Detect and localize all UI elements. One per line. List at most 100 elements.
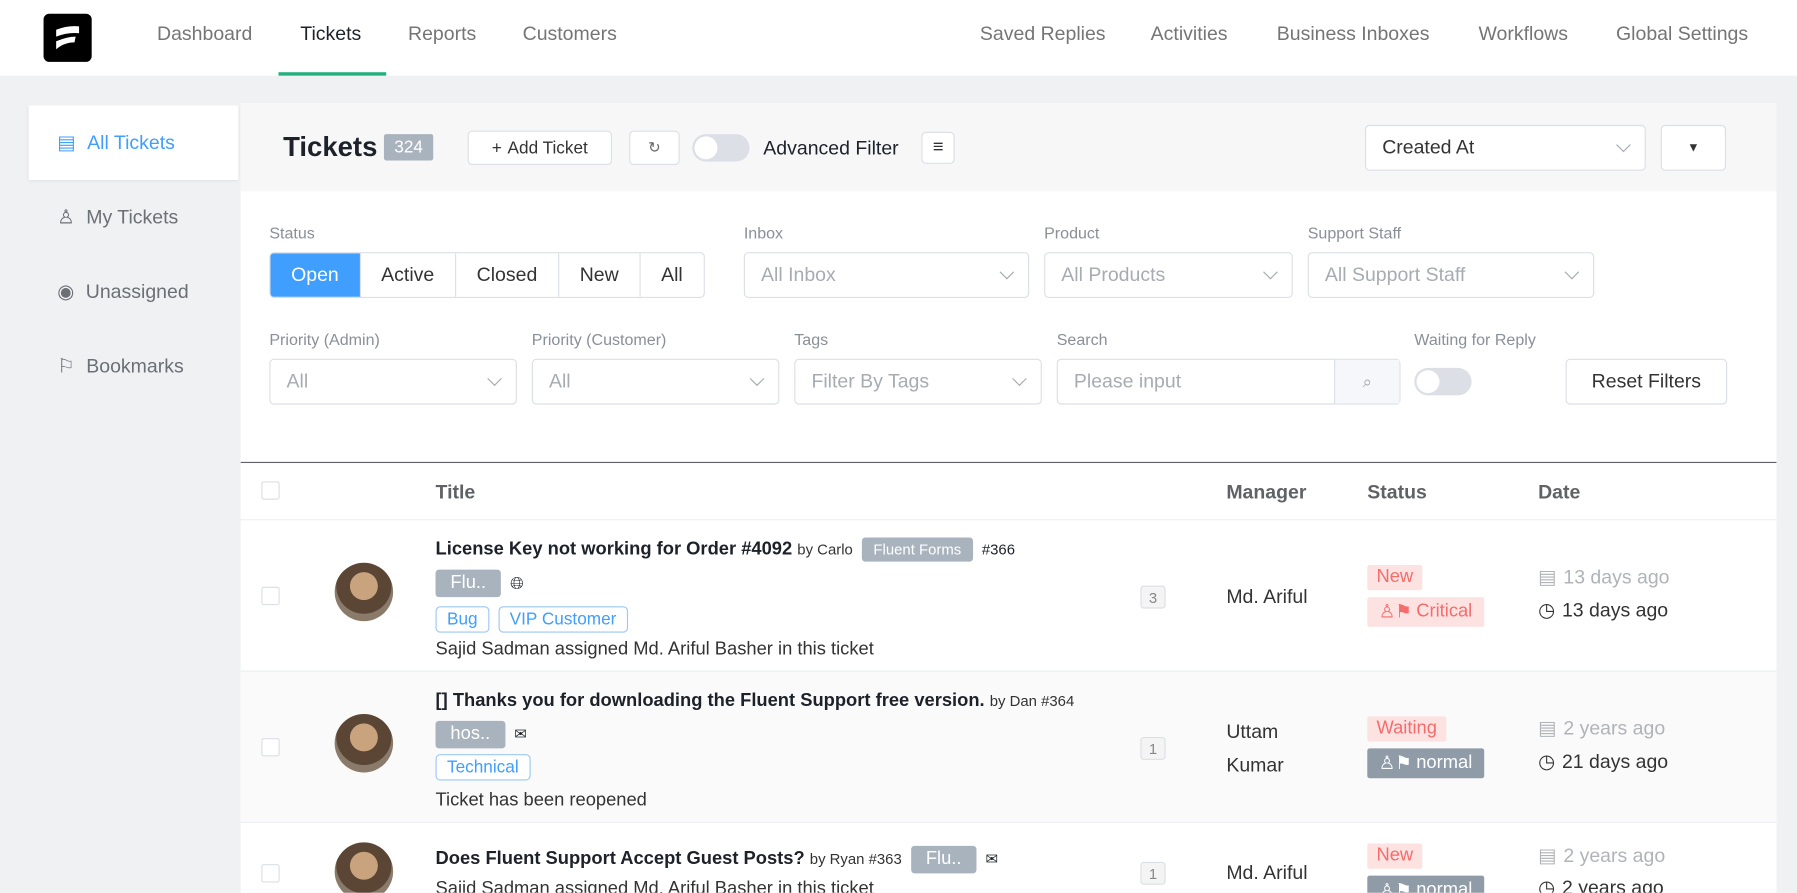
reply-count: 1: [1140, 736, 1166, 760]
table-header: Title Manager Status Date: [241, 463, 1777, 519]
column-date[interactable]: Date: [1538, 481, 1580, 504]
globe-icon: 🌐︎: [510, 573, 524, 594]
inbox-select[interactable]: All Inbox: [743, 252, 1030, 298]
active-tab-indicator: [278, 72, 387, 76]
table-row[interactable]: License Key not working for Order #4092 …: [240, 519, 1777, 670]
avatar: [334, 562, 394, 622]
ticket-title[interactable]: [] Thanks you for downloading the Fluent…: [436, 691, 1075, 712]
status-closed[interactable]: Closed: [456, 253, 560, 297]
status-label: Status: [269, 223, 315, 242]
logo[interactable]: [43, 13, 92, 62]
user-flag-icon: ♙⚑: [1378, 754, 1412, 774]
select-all-checkbox[interactable]: [261, 481, 280, 500]
table-row[interactable]: Does Fluent Support Accept Guest Posts? …: [240, 821, 1777, 893]
nav-activities[interactable]: Activities: [1151, 23, 1228, 46]
nav-saved-replies[interactable]: Saved Replies: [980, 23, 1106, 46]
row-checkbox[interactable]: [261, 738, 280, 757]
ticket-id: #366: [981, 540, 1015, 559]
nav-workflows[interactable]: Workflows: [1478, 23, 1568, 46]
row-checkbox[interactable]: [261, 586, 280, 606]
tickets-header: Tickets 324 + Add Ticket ↻ Advanced Filte…: [240, 103, 1777, 192]
message-icon: ▤: [1538, 566, 1557, 588]
status-open[interactable]: Open: [270, 253, 361, 297]
product-value: All Products: [1061, 263, 1166, 286]
status-badge: Waiting: [1367, 716, 1447, 742]
search-label: Search: [1056, 330, 1108, 349]
reset-filters-button[interactable]: Reset Filters: [1565, 358, 1728, 405]
sidebar-label: Bookmarks: [86, 354, 184, 377]
ticket-title[interactable]: Does Fluent Support Accept Guest Posts? …: [436, 849, 902, 870]
support-staff-value: All Support Staff: [1324, 263, 1466, 286]
sort-order-button[interactable]: ▼: [1660, 124, 1727, 171]
priority-customer-label: Priority (Customer): [531, 330, 667, 349]
chevron-down-icon: [487, 371, 502, 387]
add-ticket-button[interactable]: + Add Ticket: [467, 130, 613, 166]
sidebar-label: Unassigned: [85, 280, 189, 302]
tag-bug[interactable]: Bug: [435, 606, 490, 633]
ticket-title[interactable]: License Key not working for Order #4092 …: [436, 539, 853, 560]
activity-note: Sajid Sadman assigned Md. Ariful Basher …: [435, 639, 874, 660]
product-select[interactable]: All Products: [1044, 252, 1293, 298]
sidebar-item-all-tickets[interactable]: ▤ All Tickets: [28, 105, 239, 180]
chevron-down-icon: [749, 371, 765, 387]
column-manager[interactable]: Manager: [1226, 481, 1306, 504]
inbox-tag: Flu..: [435, 569, 501, 598]
status-badge: New: [1367, 565, 1423, 591]
created-date: ▤ 2 years ago: [1538, 717, 1666, 740]
nav-business-inboxes[interactable]: Business Inboxes: [1277, 23, 1430, 46]
nav-global-settings[interactable]: Global Settings: [1616, 23, 1748, 46]
priority-admin-select[interactable]: All: [269, 358, 517, 405]
clock-icon: ◷: [1538, 750, 1556, 773]
refresh-icon: ↻: [648, 138, 661, 156]
tag-technical[interactable]: Technical: [435, 754, 531, 781]
clock-icon: ◷: [1538, 876, 1556, 893]
sort-by-select[interactable]: Created At: [1365, 124, 1646, 171]
activity-note: Sajid Sadman assigned Md. Ariful Basher …: [435, 879, 874, 893]
column-title[interactable]: Title: [436, 481, 476, 504]
search-input[interactable]: Please input ⌕: [1056, 358, 1401, 405]
waiting-for-reply-label: Waiting for Reply: [1414, 330, 1536, 349]
inbox-label: Inbox: [743, 223, 784, 242]
page-title: Tickets: [283, 131, 378, 163]
status-active[interactable]: Active: [361, 253, 457, 297]
nav-dashboard[interactable]: Dashboard: [157, 23, 252, 46]
refresh-button[interactable]: ↻: [629, 130, 680, 166]
nav-reports[interactable]: Reports: [408, 23, 476, 46]
tags-select[interactable]: Filter By Tags: [794, 358, 1042, 405]
sidebar-item-unassigned[interactable]: ◉ Unassigned: [29, 254, 239, 328]
sidebar-item-bookmarks[interactable]: ⚐ Bookmarks: [29, 329, 239, 403]
waiting-for-reply-toggle[interactable]: [1414, 367, 1472, 396]
sidebar-item-my-tickets[interactable]: ♙ My Tickets: [29, 180, 239, 254]
status-badge: New: [1367, 843, 1423, 869]
email-icon: ✉: [985, 850, 999, 868]
top-nav: Dashboard Tickets Reports Customers Save…: [0, 0, 1797, 76]
bookmark-icon: ⚐: [57, 354, 75, 377]
nav-tickets[interactable]: Tickets: [300, 23, 361, 46]
avatar: [334, 842, 394, 893]
created-date: ▤ 2 years ago: [1538, 844, 1666, 867]
manager-name: Md. Ariful: [1226, 861, 1308, 884]
search-placeholder: Please input: [1073, 370, 1182, 392]
filter-icon[interactable]: ≡: [921, 131, 955, 164]
chevron-down-icon: [1012, 371, 1027, 387]
status-new[interactable]: New: [559, 253, 641, 297]
row-checkbox[interactable]: [261, 864, 280, 883]
plus-icon: +: [491, 138, 502, 158]
priority-customer-select[interactable]: All: [531, 358, 780, 405]
reply-count: 3: [1140, 585, 1166, 609]
priority-admin-label: Priority (Admin): [269, 330, 380, 349]
advanced-filter-toggle[interactable]: [692, 134, 750, 162]
column-status[interactable]: Status: [1367, 481, 1427, 504]
priority-admin-value: All: [286, 370, 309, 392]
tag-vip-customer[interactable]: VIP Customer: [498, 606, 628, 633]
table-row[interactable]: [] Thanks you for downloading the Fluent…: [240, 670, 1777, 822]
status-all[interactable]: All: [640, 253, 703, 297]
nav-customers[interactable]: Customers: [523, 23, 617, 46]
manager-name: Md. Ariful: [1226, 585, 1308, 608]
priority-badge: ♙⚑ normal: [1367, 748, 1484, 779]
support-staff-select[interactable]: All Support Staff: [1307, 252, 1595, 298]
status-filter: Open Active Closed New All: [269, 252, 705, 298]
search-icon[interactable]: ⌕: [1334, 359, 1400, 404]
priority-customer-value: All: [548, 370, 571, 392]
message-icon: ▤: [1538, 844, 1557, 867]
